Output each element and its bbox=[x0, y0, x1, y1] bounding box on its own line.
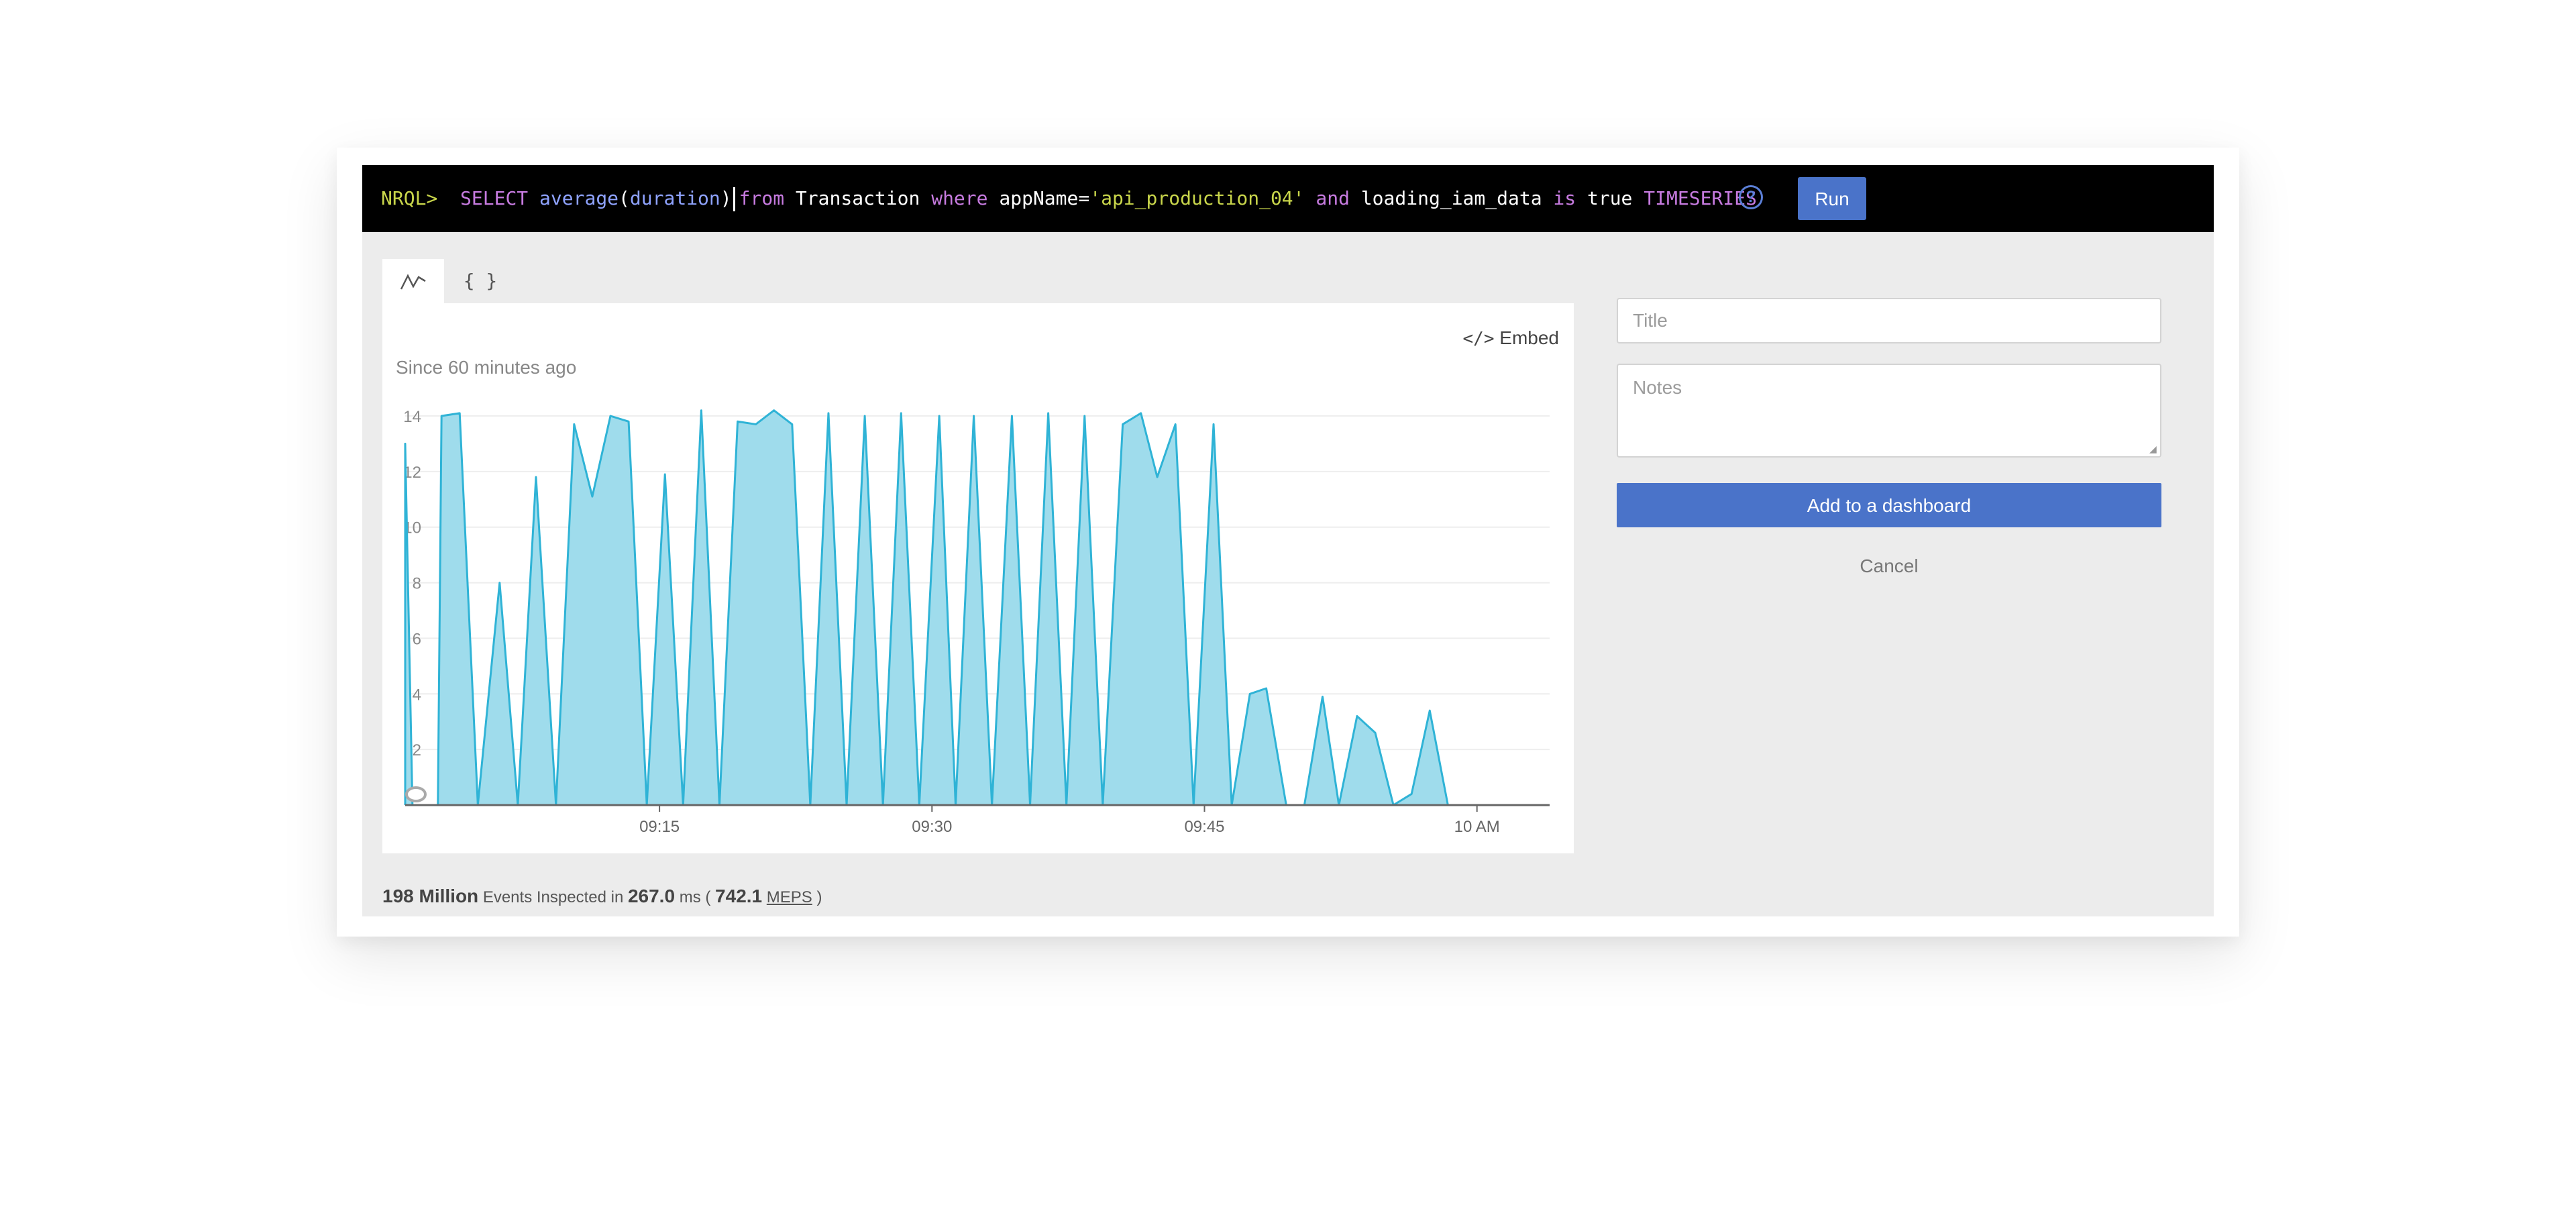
origin-marker bbox=[405, 786, 427, 802]
nrql-token: duration bbox=[629, 187, 720, 209]
chart-panel: </> Embed Since 60 minutes ago 2 4 6 8 10 12 1… bbox=[382, 303, 1574, 853]
nrql-query-input[interactable]: NRQL> SELECT average(duration) from Trans… bbox=[381, 165, 1757, 232]
timeseries-chart: 246810121409:15 09:30 09:45 10 AM bbox=[403, 408, 1550, 836]
nrql-token: ) bbox=[720, 187, 732, 209]
nrql-token: and bbox=[1316, 187, 1361, 209]
nrql-token: SELECT bbox=[460, 187, 540, 209]
duration-value: 267.0 bbox=[627, 886, 676, 906]
y-tick-label: 2 bbox=[413, 741, 421, 759]
tab-chart[interactable] bbox=[382, 259, 444, 303]
nrql-token: ( bbox=[619, 187, 630, 209]
nrql-token: 'api_production_04' bbox=[1089, 187, 1316, 209]
cancel-button[interactable]: Cancel bbox=[1617, 555, 2161, 577]
y-tick-label: 14 bbox=[403, 408, 421, 426]
line-chart-icon bbox=[400, 274, 426, 290]
nrql-token: average bbox=[539, 187, 619, 209]
help-circle-icon[interactable]: ? bbox=[1739, 185, 1763, 209]
events-text: Events Inspected in bbox=[482, 888, 624, 906]
x-tick-label: 09:45 bbox=[1184, 818, 1224, 836]
run-button[interactable]: Run bbox=[1798, 177, 1866, 220]
resize-handle-icon[interactable]: ◢ bbox=[2149, 444, 2159, 454]
title-input[interactable] bbox=[1617, 298, 2161, 343]
tab-json[interactable]: { } bbox=[449, 259, 511, 303]
y-tick-label: 6 bbox=[413, 630, 421, 648]
x-tick-label: 09:30 bbox=[912, 818, 952, 836]
nrql-token: loading_iam_data bbox=[1360, 187, 1554, 209]
notes-input[interactable] bbox=[1617, 364, 2161, 458]
events-count: 198 Million bbox=[382, 886, 479, 906]
nrql-query-bar[interactable]: NRQL> SELECT average(duration) from Trans… bbox=[362, 165, 2214, 232]
x-tick-label: 09:15 bbox=[639, 818, 680, 836]
query-builder-card: NRQL> SELECT average(duration) from Trans… bbox=[337, 148, 2239, 937]
rate-value: 742.1 bbox=[715, 886, 763, 906]
meps-link[interactable]: MEPS bbox=[767, 888, 812, 906]
text-cursor bbox=[733, 187, 735, 211]
stats-close: ) bbox=[816, 888, 822, 906]
nrql-token: is bbox=[1553, 187, 1587, 209]
nrql-token: true bbox=[1587, 187, 1644, 209]
series-area bbox=[405, 410, 1448, 805]
x-tick-label: 10 AM bbox=[1454, 818, 1500, 836]
nrql-token: appName= bbox=[999, 187, 1090, 209]
add-to-dashboard-button[interactable]: Add to a dashboard bbox=[1617, 483, 2161, 527]
nrql-token: from bbox=[739, 187, 796, 209]
query-panel: NRQL> SELECT average(duration) from Trans… bbox=[362, 165, 2214, 916]
nrql-prompt: NRQL> bbox=[381, 187, 438, 209]
y-tick-label: 4 bbox=[413, 686, 421, 704]
query-stats: 198 Million Events Inspected in 267.0 ms… bbox=[382, 886, 822, 907]
nrql-query-text[interactable]: SELECT average(duration) from Transaction… bbox=[460, 187, 1757, 211]
nrql-token: where bbox=[931, 187, 1000, 209]
duration-unit: ms ( bbox=[679, 888, 711, 906]
y-tick-label: 8 bbox=[413, 575, 421, 593]
nrql-token: Transaction bbox=[795, 187, 932, 209]
